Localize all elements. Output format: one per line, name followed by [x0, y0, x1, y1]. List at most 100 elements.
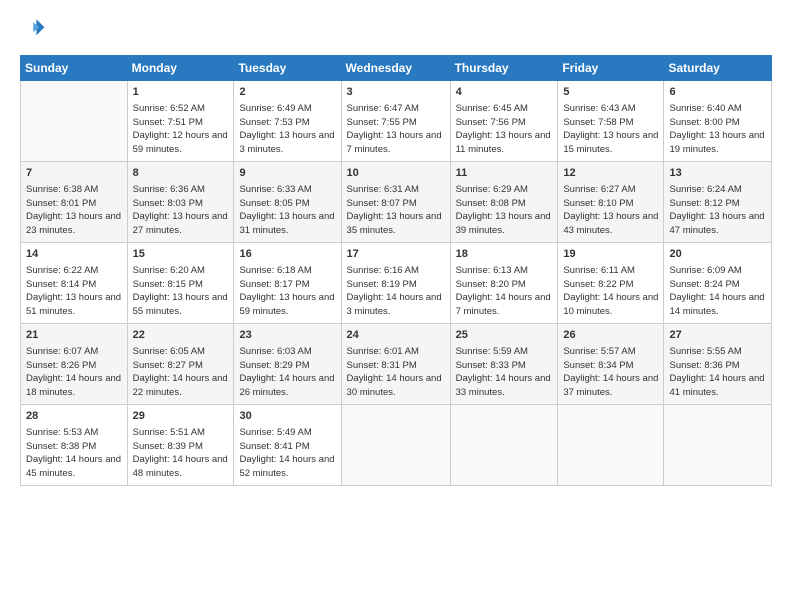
- sunrise-text: Sunrise: 5:49 AM: [239, 426, 335, 440]
- header: [20, 16, 772, 45]
- cell-content: 1Sunrise: 6:52 AMSunset: 7:51 PMDaylight…: [133, 85, 229, 157]
- sunset-text: Sunset: 8:22 PM: [563, 278, 658, 292]
- cell-content: 2Sunrise: 6:49 AMSunset: 7:53 PMDaylight…: [239, 85, 335, 157]
- calendar-cell: [341, 405, 450, 486]
- calendar-cell: 26Sunrise: 5:57 AMSunset: 8:34 PMDayligh…: [558, 324, 664, 405]
- sunrise-text: Sunrise: 6:49 AM: [239, 102, 335, 116]
- day-number: 22: [133, 328, 229, 344]
- daylight-text: Daylight: 14 hours and 26 minutes.: [239, 372, 335, 400]
- daylight-text: Daylight: 13 hours and 55 minutes.: [133, 291, 229, 319]
- cell-content: 25Sunrise: 5:59 AMSunset: 8:33 PMDayligh…: [456, 328, 553, 400]
- calendar-cell: 20Sunrise: 6:09 AMSunset: 8:24 PMDayligh…: [664, 243, 772, 324]
- calendar-table: SundayMondayTuesdayWednesdayThursdayFrid…: [20, 55, 772, 486]
- daylight-text: Daylight: 13 hours and 39 minutes.: [456, 210, 553, 238]
- week-row-2: 7Sunrise: 6:38 AMSunset: 8:01 PMDaylight…: [21, 162, 772, 243]
- daylight-text: Daylight: 13 hours and 3 minutes.: [239, 129, 335, 157]
- cell-content: 27Sunrise: 5:55 AMSunset: 8:36 PMDayligh…: [669, 328, 766, 400]
- calendar-cell: 9Sunrise: 6:33 AMSunset: 8:05 PMDaylight…: [234, 162, 341, 243]
- daylight-text: Daylight: 14 hours and 30 minutes.: [347, 372, 445, 400]
- day-number: 6: [669, 85, 766, 101]
- logo: [20, 16, 46, 45]
- sunset-text: Sunset: 8:10 PM: [563, 197, 658, 211]
- calendar-cell: 21Sunrise: 6:07 AMSunset: 8:26 PMDayligh…: [21, 324, 128, 405]
- sunrise-text: Sunrise: 6:52 AM: [133, 102, 229, 116]
- daylight-text: Daylight: 13 hours and 51 minutes.: [26, 291, 122, 319]
- day-number: 1: [133, 85, 229, 101]
- sunrise-text: Sunrise: 6:07 AM: [26, 345, 122, 359]
- sunrise-text: Sunrise: 6:31 AM: [347, 183, 445, 197]
- cell-content: 13Sunrise: 6:24 AMSunset: 8:12 PMDayligh…: [669, 166, 766, 238]
- cell-content: 29Sunrise: 5:51 AMSunset: 8:39 PMDayligh…: [133, 409, 229, 481]
- day-number: 23: [239, 328, 335, 344]
- sunset-text: Sunset: 8:00 PM: [669, 116, 766, 130]
- cell-content: 7Sunrise: 6:38 AMSunset: 8:01 PMDaylight…: [26, 166, 122, 238]
- daylight-text: Daylight: 14 hours and 41 minutes.: [669, 372, 766, 400]
- sunset-text: Sunset: 8:14 PM: [26, 278, 122, 292]
- sunset-text: Sunset: 8:19 PM: [347, 278, 445, 292]
- cell-content: 17Sunrise: 6:16 AMSunset: 8:19 PMDayligh…: [347, 247, 445, 319]
- sunset-text: Sunset: 8:08 PM: [456, 197, 553, 211]
- sunset-text: Sunset: 8:12 PM: [669, 197, 766, 211]
- sunset-text: Sunset: 8:33 PM: [456, 359, 553, 373]
- calendar-cell: [558, 405, 664, 486]
- sunset-text: Sunset: 8:05 PM: [239, 197, 335, 211]
- day-number: 11: [456, 166, 553, 182]
- sunrise-text: Sunrise: 6:13 AM: [456, 264, 553, 278]
- day-number: 12: [563, 166, 658, 182]
- calendar-cell: 28Sunrise: 5:53 AMSunset: 8:38 PMDayligh…: [21, 405, 128, 486]
- calendar-cell: 10Sunrise: 6:31 AMSunset: 8:07 PMDayligh…: [341, 162, 450, 243]
- day-number: 20: [669, 247, 766, 263]
- sunrise-text: Sunrise: 6:11 AM: [563, 264, 658, 278]
- daylight-text: Daylight: 12 hours and 59 minutes.: [133, 129, 229, 157]
- calendar-cell: [450, 405, 558, 486]
- calendar-cell: 18Sunrise: 6:13 AMSunset: 8:20 PMDayligh…: [450, 243, 558, 324]
- sunrise-text: Sunrise: 6:45 AM: [456, 102, 553, 116]
- dow-header-friday: Friday: [558, 56, 664, 81]
- day-number: 25: [456, 328, 553, 344]
- sunrise-text: Sunrise: 6:40 AM: [669, 102, 766, 116]
- daylight-text: Daylight: 13 hours and 11 minutes.: [456, 129, 553, 157]
- day-number: 3: [347, 85, 445, 101]
- calendar-cell: 12Sunrise: 6:27 AMSunset: 8:10 PMDayligh…: [558, 162, 664, 243]
- cell-content: 23Sunrise: 6:03 AMSunset: 8:29 PMDayligh…: [239, 328, 335, 400]
- daylight-text: Daylight: 13 hours and 23 minutes.: [26, 210, 122, 238]
- daylight-text: Daylight: 13 hours and 43 minutes.: [563, 210, 658, 238]
- daylight-text: Daylight: 13 hours and 7 minutes.: [347, 129, 445, 157]
- calendar-cell: 2Sunrise: 6:49 AMSunset: 7:53 PMDaylight…: [234, 81, 341, 162]
- sunset-text: Sunset: 8:27 PM: [133, 359, 229, 373]
- calendar-cell: 11Sunrise: 6:29 AMSunset: 8:08 PMDayligh…: [450, 162, 558, 243]
- calendar-cell: 30Sunrise: 5:49 AMSunset: 8:41 PMDayligh…: [234, 405, 341, 486]
- sunrise-text: Sunrise: 6:27 AM: [563, 183, 658, 197]
- calendar-cell: 13Sunrise: 6:24 AMSunset: 8:12 PMDayligh…: [664, 162, 772, 243]
- page: SundayMondayTuesdayWednesdayThursdayFrid…: [0, 0, 792, 496]
- day-number: 15: [133, 247, 229, 263]
- calendar-cell: [21, 81, 128, 162]
- calendar-cell: 16Sunrise: 6:18 AMSunset: 8:17 PMDayligh…: [234, 243, 341, 324]
- sunset-text: Sunset: 8:39 PM: [133, 440, 229, 454]
- cell-content: 19Sunrise: 6:11 AMSunset: 8:22 PMDayligh…: [563, 247, 658, 319]
- sunrise-text: Sunrise: 5:55 AM: [669, 345, 766, 359]
- sunrise-text: Sunrise: 6:36 AM: [133, 183, 229, 197]
- days-of-week-row: SundayMondayTuesdayWednesdayThursdayFrid…: [21, 56, 772, 81]
- sunset-text: Sunset: 7:51 PM: [133, 116, 229, 130]
- day-number: 21: [26, 328, 122, 344]
- day-number: 2: [239, 85, 335, 101]
- daylight-text: Daylight: 14 hours and 7 minutes.: [456, 291, 553, 319]
- cell-content: 30Sunrise: 5:49 AMSunset: 8:41 PMDayligh…: [239, 409, 335, 481]
- day-number: 29: [133, 409, 229, 425]
- day-number: 8: [133, 166, 229, 182]
- calendar-cell: 23Sunrise: 6:03 AMSunset: 8:29 PMDayligh…: [234, 324, 341, 405]
- day-number: 28: [26, 409, 122, 425]
- day-number: 24: [347, 328, 445, 344]
- daylight-text: Daylight: 13 hours and 19 minutes.: [669, 129, 766, 157]
- sunset-text: Sunset: 7:55 PM: [347, 116, 445, 130]
- cell-content: 24Sunrise: 6:01 AMSunset: 8:31 PMDayligh…: [347, 328, 445, 400]
- daylight-text: Daylight: 14 hours and 37 minutes.: [563, 372, 658, 400]
- calendar-cell: 19Sunrise: 6:11 AMSunset: 8:22 PMDayligh…: [558, 243, 664, 324]
- sunset-text: Sunset: 7:56 PM: [456, 116, 553, 130]
- sunrise-text: Sunrise: 5:57 AM: [563, 345, 658, 359]
- daylight-text: Daylight: 14 hours and 10 minutes.: [563, 291, 658, 319]
- sunrise-text: Sunrise: 5:53 AM: [26, 426, 122, 440]
- week-row-1: 1Sunrise: 6:52 AMSunset: 7:51 PMDaylight…: [21, 81, 772, 162]
- calendar-cell: 17Sunrise: 6:16 AMSunset: 8:19 PMDayligh…: [341, 243, 450, 324]
